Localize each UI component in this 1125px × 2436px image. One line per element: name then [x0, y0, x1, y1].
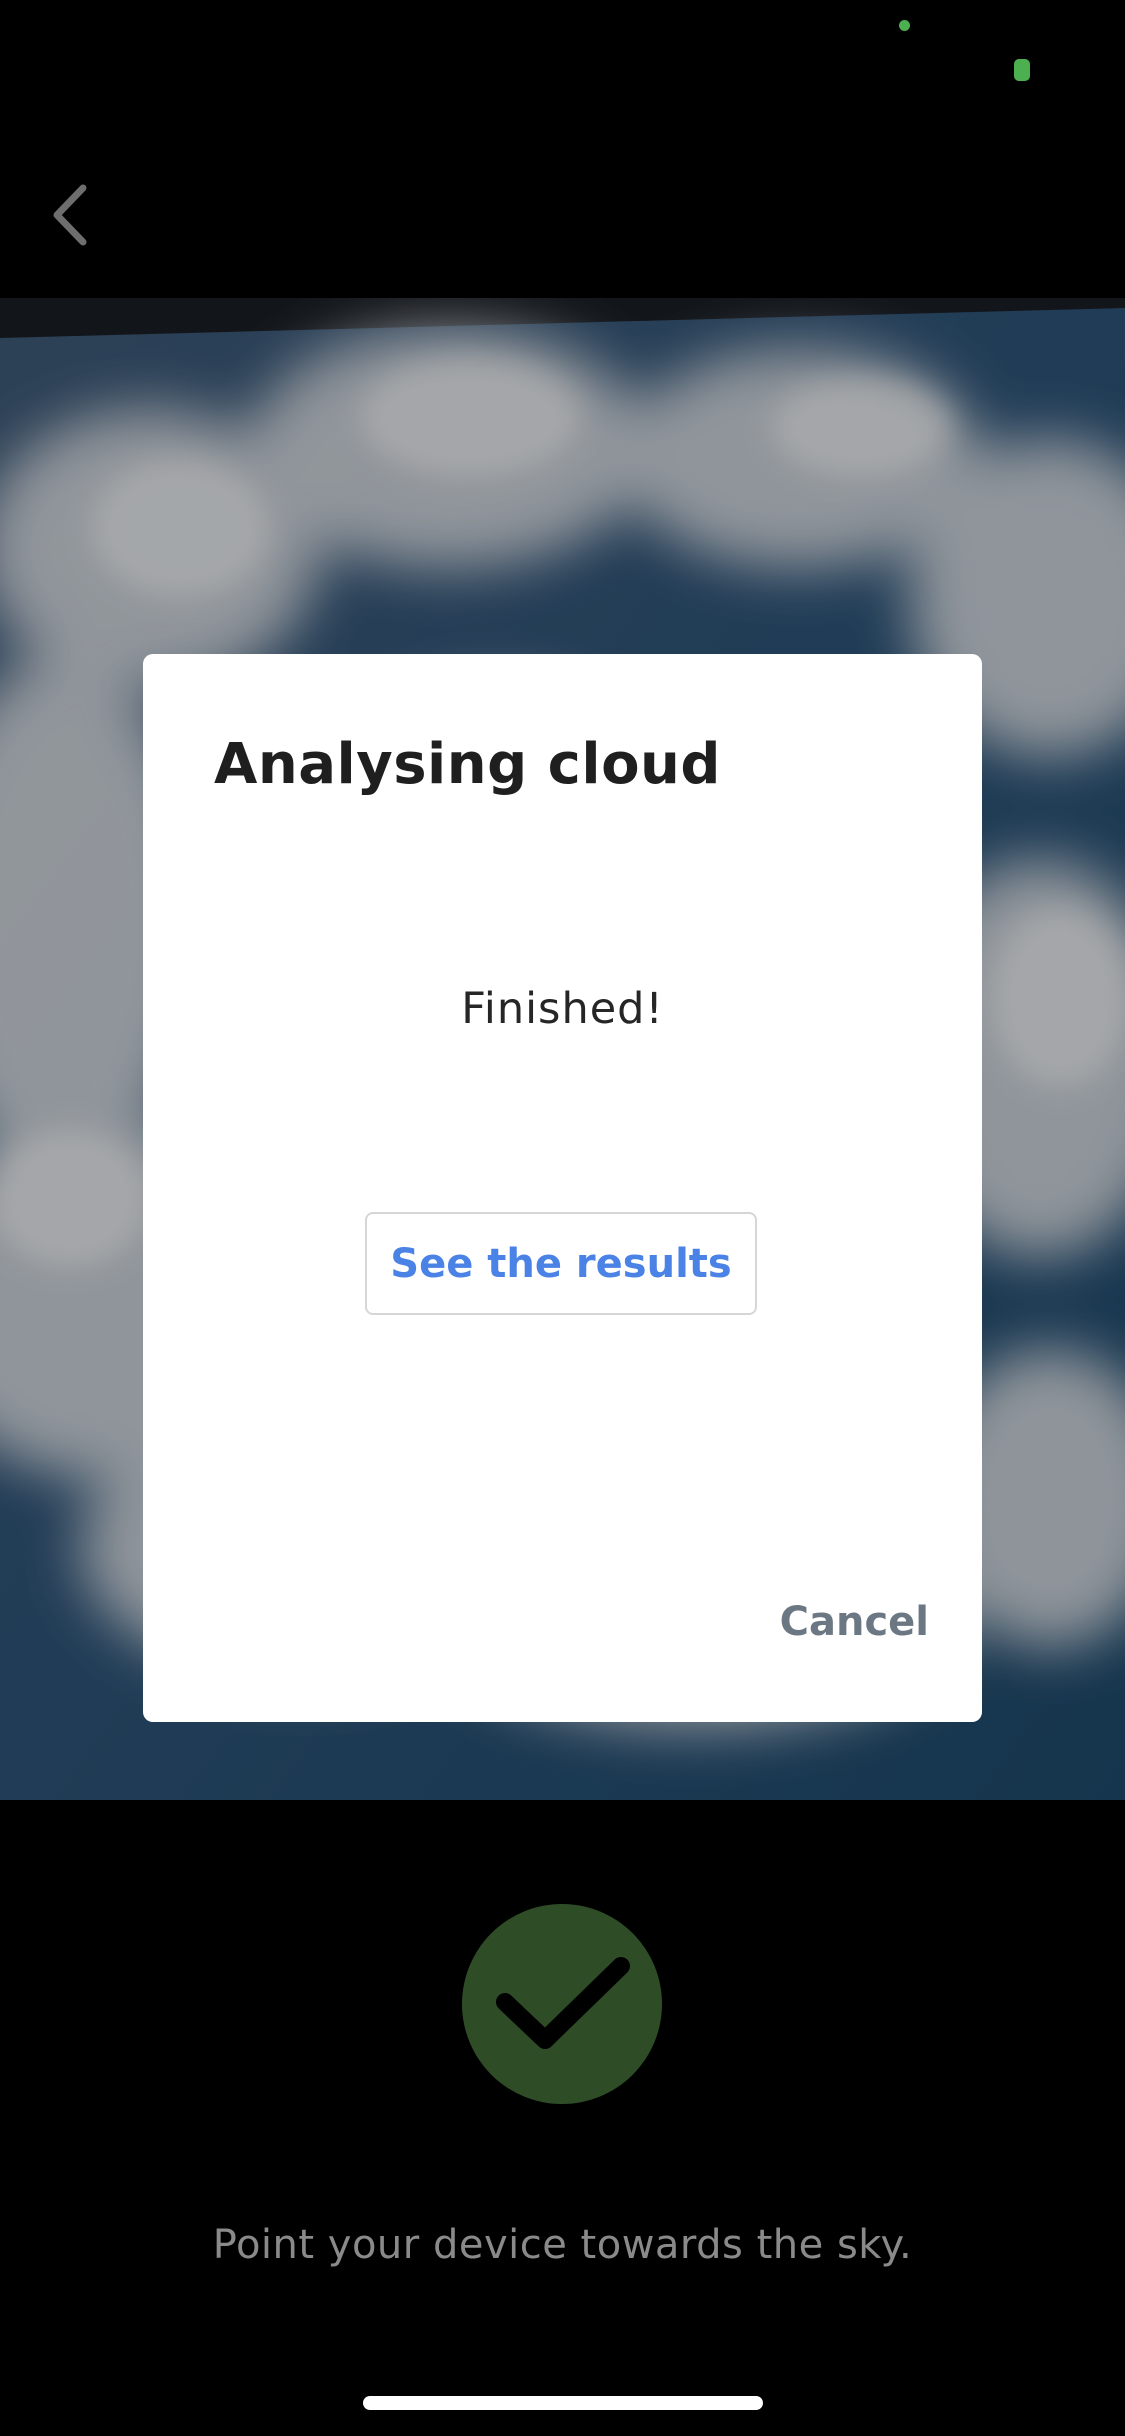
hint-text: Point your device towards the sky. — [212, 2222, 913, 2268]
cancel-button[interactable]: Cancel — [780, 1599, 929, 1645]
battery-icon — [1014, 59, 1030, 81]
capture-check-button[interactable] — [462, 1904, 662, 2104]
dialog-title: Analysing cloud — [214, 732, 721, 797]
home-indicator[interactable] — [363, 2396, 763, 2410]
camera-in-use-indicator — [899, 20, 910, 31]
see-results-button[interactable]: See the results — [365, 1212, 757, 1315]
analysis-status: Finished! — [461, 984, 664, 1034]
checkmark-icon — [496, 1957, 630, 2049]
analysis-dialog: Analysing cloud Finished! See the result… — [143, 654, 982, 1722]
chevron-left-icon — [53, 184, 87, 246]
back-button[interactable] — [30, 170, 110, 260]
